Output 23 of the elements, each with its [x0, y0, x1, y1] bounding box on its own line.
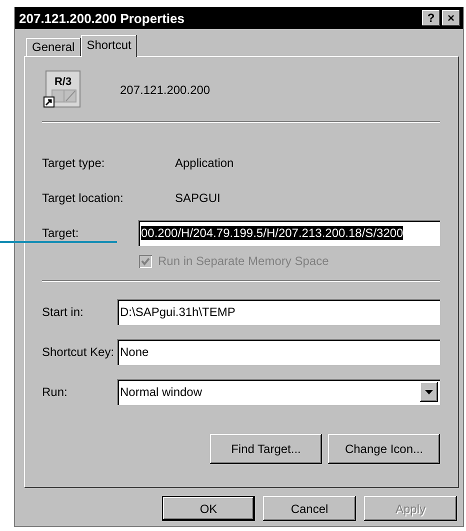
shortcut-name: 207.121.200.200: [120, 83, 210, 97]
field-label: Run:: [42, 385, 68, 399]
action-button[interactable]: Change Icon...: [328, 434, 440, 464]
target-field[interactable]: 00.200/H/204.79.199.5/H/207.213.200.18/S/3200: [138, 220, 440, 246]
info-label: Target type:: [42, 156, 106, 170]
tab[interactable]: General: [26, 38, 81, 56]
field-label: Start in:: [42, 305, 84, 319]
run-dropdown[interactable]: Normal window: [117, 379, 440, 405]
input-field[interactable]: None: [117, 339, 440, 365]
checkmark-icon: [141, 256, 150, 266]
target-label: Target:: [42, 226, 80, 240]
input-field[interactable]: D:\SAPgui.31h\TEMP: [117, 299, 440, 325]
info-value: SAPGUI: [175, 190, 220, 204]
info-label: Target location:: [42, 190, 124, 204]
tab[interactable]: Shortcut: [80, 35, 138, 57]
action-button[interactable]: Find Target...: [210, 434, 322, 464]
field-label: Shortcut Key:: [42, 345, 116, 359]
info-value: Application: [175, 156, 234, 170]
window-title: 207.121.200.200 Properties: [19, 10, 186, 26]
close-button[interactable]: ×: [442, 10, 460, 26]
help-button[interactable]: ?: [422, 10, 440, 26]
dialog-button[interactable]: OK: [162, 496, 255, 521]
dialog-button[interactable]: Cancel: [263, 496, 356, 521]
